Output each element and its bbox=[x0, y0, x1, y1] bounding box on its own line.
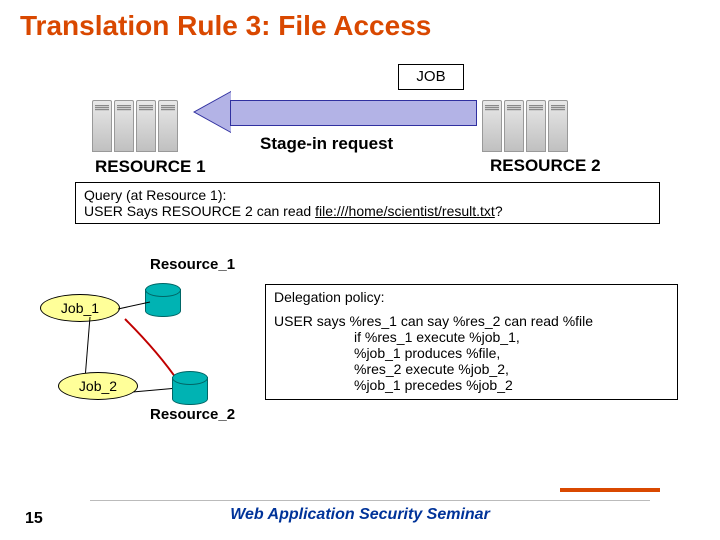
resource1-label: RESOURCE 1 bbox=[95, 157, 206, 177]
policy-line3: %job_1 produces %file, bbox=[274, 345, 669, 361]
query-line2-pre: USER Says RESOURCE 2 can read bbox=[84, 203, 315, 219]
job1-node: Job_1 bbox=[40, 294, 120, 322]
policy-line1: USER says %res_1 can say %res_2 can read… bbox=[274, 313, 669, 329]
server-cluster-right-icon bbox=[480, 82, 570, 152]
arrow-left-icon bbox=[195, 92, 475, 132]
policy-line4: %res_2 execute %job_2, bbox=[274, 361, 669, 377]
policy-line2: if %res_1 execute %job_1, bbox=[274, 329, 669, 345]
footer-accent-bar bbox=[560, 488, 660, 492]
slide-title: Translation Rule 3: File Access bbox=[0, 0, 720, 42]
query-file-path: file:///home/scientist/result.txt bbox=[315, 203, 495, 219]
query-line2-post: ? bbox=[495, 203, 503, 219]
stage-in-text: Stage-in request bbox=[260, 134, 393, 154]
policy-line5: %job_1 precedes %job_2 bbox=[274, 377, 669, 393]
footer-rule bbox=[90, 500, 650, 501]
query-box: Query (at Resource 1): USER Says RESOURC… bbox=[75, 182, 660, 224]
server-cluster-left-icon bbox=[90, 82, 180, 152]
database-cylinder-icon bbox=[172, 376, 206, 406]
resource2-text: Resource_2 bbox=[150, 406, 235, 423]
query-line1: Query (at Resource 1): bbox=[84, 187, 651, 203]
resource2-label: RESOURCE 2 bbox=[490, 156, 601, 176]
resource1-text: Resource_1 bbox=[150, 256, 235, 273]
seminar-footer: Web Application Security Seminar bbox=[0, 506, 720, 524]
job-label-box: JOB bbox=[398, 64, 464, 90]
lower-diagram: Resource_1 Job_1 Job_2 Resource_2 Delega… bbox=[0, 234, 720, 464]
policy-heading: Delegation policy: bbox=[274, 289, 669, 305]
database-cylinder-icon bbox=[145, 288, 179, 318]
query-line2: USER Says RESOURCE 2 can read file:///ho… bbox=[84, 203, 651, 219]
policy-box: Delegation policy: USER says %res_1 can … bbox=[265, 284, 678, 400]
stage-diagram: JOB Stage-in request RESOURCE 1 RESOURCE… bbox=[0, 42, 720, 172]
job2-node: Job_2 bbox=[58, 372, 138, 400]
